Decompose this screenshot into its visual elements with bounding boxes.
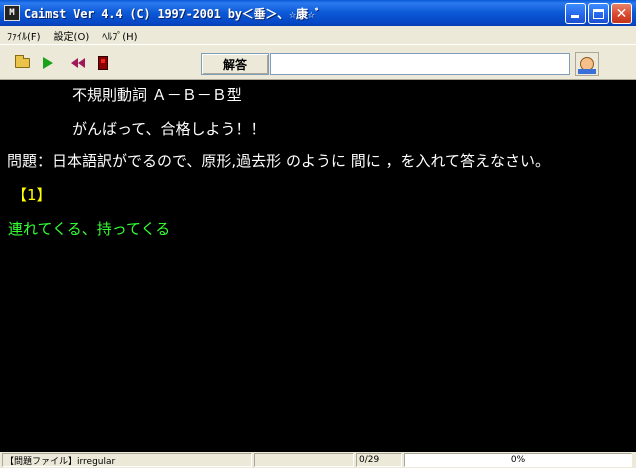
menu-bar: ﾌｧｲﾙ(F) 設定(O) ﾍﾙﾌﾟ(H) <box>0 26 636 44</box>
status-bar: 【問題ファイル】irregular 0/29 0% <box>0 452 636 468</box>
answer-input[interactable] <box>270 53 570 75</box>
progress-bar: 0% <box>404 453 632 467</box>
lesson-heading: 不規則動詞 Ａ－Ｂ－Ｂ型 <box>72 86 242 104</box>
close-button[interactable]: ✕ <box>611 3 632 24</box>
menu-file[interactable]: ﾌｧｲﾙ(F) <box>0 28 47 43</box>
progress-text: 0% <box>510 455 526 465</box>
rewind-button[interactable] <box>68 54 88 72</box>
rewind-icon <box>71 58 85 68</box>
reader-button[interactable] <box>575 52 599 76</box>
status-blank-panel <box>254 453 354 467</box>
title-bar[interactable]: M Caimst Ver 4.4 (C) 1997-2001 by＜垂＞、☆康☆… <box>0 0 636 26</box>
toolbar: 解答 <box>0 44 636 80</box>
stop-icon <box>98 56 108 70</box>
question-display: 不規則動詞 Ａ－Ｂ－Ｂ型 がんばって、合格しよう！！ 問題：日本語訳がでるので、… <box>4 80 632 452</box>
open-file-button[interactable] <box>12 54 32 72</box>
start-button[interactable] <box>38 54 58 72</box>
instruction-text: 問題：日本語訳がでるので、原形,過去形 のように 間に ，を入れて答えなさい。 <box>7 152 551 170</box>
menu-settings[interactable]: 設定(O) <box>47 28 96 43</box>
question-text: 連れてくる、持ってくる <box>8 220 171 238</box>
encouragement-text: がんばって、合格しよう！！ <box>72 120 266 138</box>
window-title: Caimst Ver 4.4 (C) 1997-2001 by＜垂＞、☆康☆ﾞ <box>24 6 321 21</box>
app-icon[interactable]: M <box>4 5 20 21</box>
menu-help[interactable]: ﾍﾙﾌﾟ(H) <box>95 28 143 43</box>
close-icon: ✕ <box>615 5 628 22</box>
status-file: 【問題ファイル】irregular <box>2 453 252 467</box>
status-count: 0/29 <box>356 453 402 467</box>
folder-open-icon <box>14 55 30 68</box>
play-icon <box>43 57 53 69</box>
maximize-button[interactable] <box>588 3 609 24</box>
minimize-button[interactable] <box>565 3 586 24</box>
window-controls: ✕ <box>565 3 632 24</box>
answer-button[interactable]: 解答 <box>201 53 269 75</box>
question-number: 【1】 <box>12 186 52 204</box>
maximize-icon <box>593 8 604 19</box>
reader-icon <box>578 57 596 74</box>
stop-button[interactable] <box>93 54 113 72</box>
minimize-icon <box>571 15 579 18</box>
